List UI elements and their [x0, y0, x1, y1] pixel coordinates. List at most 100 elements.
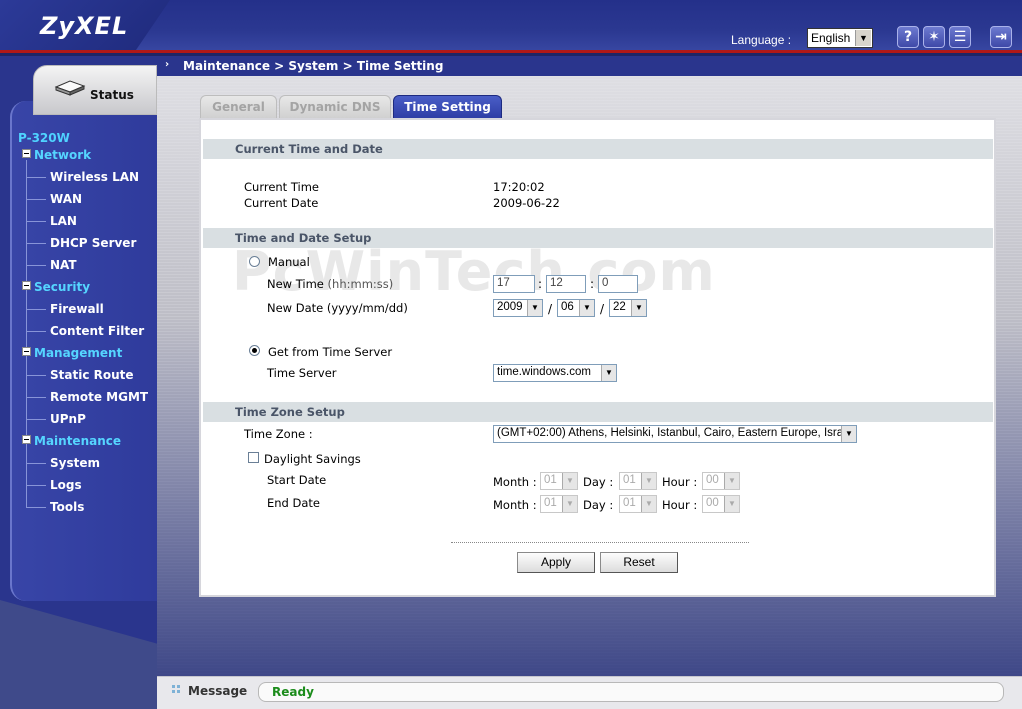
- nav-section-label: Management: [34, 346, 123, 360]
- time-separator: :: [590, 277, 595, 291]
- chevron-down-icon: ▼: [527, 300, 542, 316]
- chevron-down-icon: ▼: [579, 300, 594, 316]
- message-field: Ready: [258, 682, 1004, 702]
- device-model: P-320W: [18, 131, 70, 145]
- end-date-label: End Date: [267, 496, 320, 510]
- time-zone-label: Time Zone :: [244, 427, 313, 441]
- month-value: 06: [561, 301, 574, 313]
- language-value: English: [811, 31, 851, 45]
- header-bar: ZyXEL Language : English ▼ ? ✶ ☰ ⇥: [0, 0, 1022, 56]
- sidebar-item-upnp[interactable]: UPnP: [50, 412, 86, 426]
- start-month-select[interactable]: 01 ▼: [540, 472, 578, 490]
- sidebar-item-nat[interactable]: NAT: [50, 258, 77, 272]
- nav-tick: [26, 507, 46, 508]
- time-zone-value: (GMT+02:00) Athens, Helsinki, Istanbul, …: [497, 427, 853, 439]
- new-time-label: New Time (hh:mm:ss): [267, 277, 393, 291]
- day-value: 22: [613, 301, 626, 313]
- month-select[interactable]: 06 ▼: [557, 299, 595, 317]
- chevron-down-icon: ▼: [641, 496, 656, 512]
- new-date-label: New Date (yyyy/mm/dd): [267, 301, 408, 315]
- sidebar-item-system[interactable]: System: [50, 456, 100, 470]
- year-value: 2009: [497, 301, 523, 313]
- end-hour-label: Hour :: [662, 498, 698, 512]
- help-icon[interactable]: ?: [897, 26, 919, 48]
- date-separator: /: [548, 302, 553, 316]
- hour-input[interactable]: 17: [493, 275, 535, 293]
- time-server-value: time.windows.com: [497, 366, 591, 378]
- nav-section-security[interactable]: Security: [22, 280, 90, 294]
- current-time-value: 17:20:02: [493, 180, 545, 194]
- year-select[interactable]: 2009 ▼: [493, 299, 543, 317]
- nav-tick: [26, 221, 46, 222]
- minute-input[interactable]: 12: [546, 275, 586, 293]
- language-select[interactable]: English ▼: [807, 28, 873, 48]
- chevron-right-icon: ›: [165, 59, 170, 70]
- notes-icon[interactable]: ☰: [949, 26, 971, 48]
- time-server-radio[interactable]: [249, 345, 260, 356]
- end-hour-value: 00: [706, 497, 719, 509]
- nav-tick: [26, 265, 46, 266]
- tab-dynamic-dns[interactable]: Dynamic DNS: [279, 95, 391, 119]
- nav-tick: [26, 331, 46, 332]
- second-input[interactable]: 0: [598, 275, 638, 293]
- sidebar-item-wan[interactable]: WAN: [50, 192, 82, 206]
- manual-label: Manual: [268, 255, 310, 269]
- sidebar-item-remote-mgmt[interactable]: Remote MGMT: [50, 390, 148, 404]
- manual-radio[interactable]: [249, 256, 260, 267]
- current-date-value: 2009-06-22: [493, 196, 560, 210]
- nav-tree-line: [26, 446, 27, 508]
- language-label: Language :: [731, 33, 792, 47]
- nav-tick: [26, 177, 46, 178]
- tab-time-setting[interactable]: Time Setting: [393, 95, 502, 119]
- chevron-down-icon: ▼: [641, 473, 656, 489]
- wizard-icon[interactable]: ✶: [923, 26, 945, 48]
- new-time-text: New Time: [267, 277, 324, 291]
- nav-section-label: Network: [34, 148, 92, 162]
- sidebar-item-lan[interactable]: LAN: [50, 214, 77, 228]
- nav-section-network[interactable]: Network: [22, 148, 91, 162]
- time-separator: :: [538, 277, 543, 291]
- end-hour-select[interactable]: 00 ▼: [702, 495, 740, 513]
- message-label: Message: [188, 684, 248, 698]
- current-date-label: Current Date: [244, 196, 319, 210]
- start-hour-select[interactable]: 00 ▼: [702, 472, 740, 490]
- collapse-icon: [22, 435, 31, 444]
- breadcrumb: › Maintenance > System > Time Setting: [157, 56, 1022, 76]
- new-time-format: (hh:mm:ss): [327, 277, 394, 291]
- nav-tick: [26, 243, 46, 244]
- sidebar-item-wireless-lan[interactable]: Wireless LAN: [50, 170, 139, 184]
- nav-section-maintenance[interactable]: Maintenance: [22, 434, 121, 448]
- start-day-select[interactable]: 01 ▼: [619, 472, 657, 490]
- end-month-select[interactable]: 01 ▼: [540, 495, 578, 513]
- section-current-time: Current Time and Date: [203, 139, 993, 159]
- time-server-select[interactable]: time.windows.com ▼: [493, 364, 617, 382]
- apply-button[interactable]: Apply: [517, 552, 595, 573]
- router-icon: [54, 80, 86, 96]
- chevron-down-icon: ▼: [841, 426, 856, 442]
- reset-button[interactable]: Reset: [600, 552, 678, 573]
- status-label: Status: [90, 88, 134, 102]
- end-day-select[interactable]: 01 ▼: [619, 495, 657, 513]
- sidebar-item-dhcp-server[interactable]: DHCP Server: [50, 236, 136, 250]
- sidebar-item-static-route[interactable]: Static Route: [50, 368, 134, 382]
- day-select[interactable]: 22 ▼: [609, 299, 647, 317]
- divider: [451, 542, 749, 543]
- sidebar-item-content-filter[interactable]: Content Filter: [50, 324, 144, 338]
- time-server-radio-label: Get from Time Server: [268, 345, 393, 359]
- zyxel-logo: ZyXEL: [40, 12, 129, 40]
- nav-tick: [26, 375, 46, 376]
- logout-icon[interactable]: ⇥: [990, 26, 1012, 48]
- tab-general[interactable]: General: [200, 95, 277, 119]
- start-month-value: 01: [544, 474, 557, 486]
- time-server-label: Time Server: [267, 366, 337, 380]
- time-zone-select[interactable]: (GMT+02:00) Athens, Helsinki, Istanbul, …: [493, 425, 857, 443]
- nav-section-management[interactable]: Management: [22, 346, 122, 360]
- sidebar-item-firewall[interactable]: Firewall: [50, 302, 104, 316]
- sidebar-item-logs[interactable]: Logs: [50, 478, 82, 492]
- start-month-label: Month :: [493, 475, 537, 489]
- chevron-down-icon: ▼: [724, 496, 739, 512]
- daylight-savings-checkbox[interactable]: [248, 452, 259, 463]
- sidebar-item-tools[interactable]: Tools: [50, 500, 84, 514]
- breadcrumb-text: Maintenance > System > Time Setting: [183, 59, 444, 73]
- start-hour-value: 00: [706, 474, 719, 486]
